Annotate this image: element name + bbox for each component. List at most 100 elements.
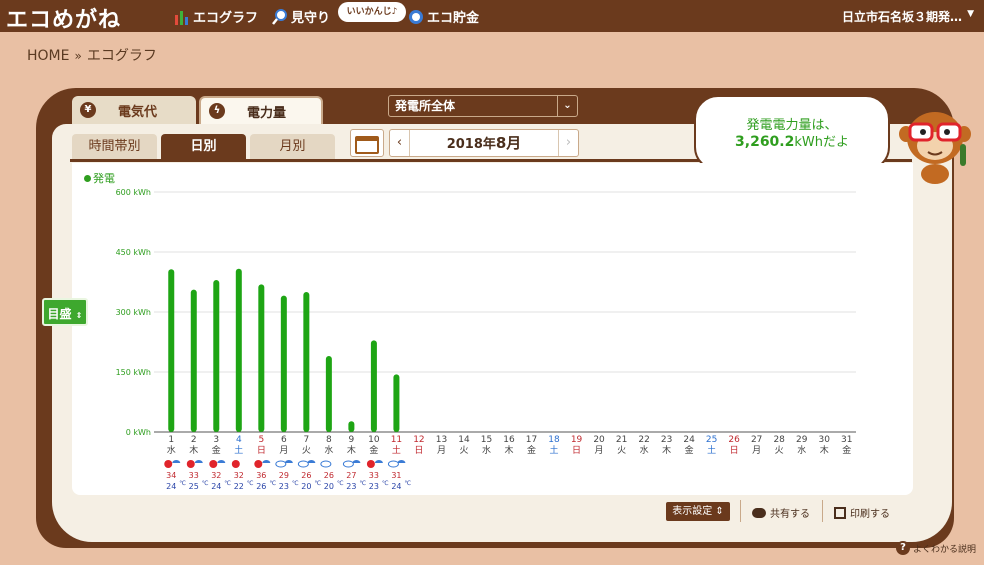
display-settings-label: 表示設定	[672, 506, 713, 517]
temp-unit-label: ℃	[224, 480, 231, 487]
x-weekday-label: 水	[640, 444, 649, 456]
umbrella-icon	[172, 460, 181, 463]
chevron-down-icon[interactable]: ▼	[967, 9, 974, 19]
date-navigator: ‹ 2018年8月 ›	[389, 129, 579, 157]
speech-line1: 発電電力量は、	[746, 118, 838, 133]
x-day-label: 14	[458, 435, 470, 445]
x-day-label: 22	[638, 435, 649, 445]
x-weekday-label: 木	[347, 444, 356, 456]
print-label: 印刷する	[850, 509, 890, 520]
x-weekday-label: 金	[685, 444, 694, 456]
x-day-label: 7	[303, 435, 309, 445]
stepper-icon: ⇕	[75, 311, 83, 320]
nav-eco-graph-label: エコグラフ	[193, 11, 259, 26]
cloud-icon	[275, 460, 287, 468]
temp-unit-label: ℃	[382, 480, 389, 487]
x-day-label: 10	[368, 435, 380, 445]
printer-icon	[834, 506, 846, 519]
subtab-daily[interactable]: 日別	[161, 134, 246, 160]
month-label: 8月	[495, 134, 522, 152]
x-day-label: 30	[818, 435, 830, 445]
plant-select-value: 発電所全体	[395, 99, 456, 113]
x-day-label: 26	[728, 435, 740, 445]
x-day-label: 28	[773, 435, 785, 445]
x-day-label: 5	[258, 435, 264, 445]
app-logo[interactable]: エコめがね	[6, 2, 121, 34]
y-tick-label: 0 kWh	[126, 428, 151, 437]
breadcrumb-home[interactable]: HOME	[27, 48, 69, 64]
x-weekday-label: 月	[279, 445, 288, 456]
breadcrumb-separator: »	[74, 49, 82, 63]
speech-value: 3,260.2	[735, 134, 795, 150]
bar	[348, 421, 355, 432]
divider	[822, 500, 823, 522]
share-button[interactable]: 共有する	[752, 505, 810, 520]
x-weekday-label: 日	[257, 445, 266, 456]
chevron-down-icon: ⌄	[557, 96, 577, 116]
question-icon: ?	[896, 541, 910, 555]
subtab-monthly[interactable]: 月別	[250, 134, 335, 160]
print-button[interactable]: 印刷する	[834, 505, 890, 520]
speech-line2: 3,260.2kWhだよ	[696, 134, 888, 151]
y-tick-label: 300 kWh	[116, 308, 151, 317]
temp-low-label: 20	[301, 482, 311, 491]
x-weekday-label: 金	[527, 444, 536, 456]
x-weekday-label: 火	[775, 445, 784, 456]
temp-unit-label: ℃	[202, 480, 209, 487]
nav-mimamori[interactable]: 見守り	[272, 7, 330, 26]
sun-icon	[366, 460, 375, 468]
x-weekday-label: 火	[302, 445, 311, 456]
display-settings-button[interactable]: 表示設定 ⇕	[666, 502, 730, 521]
umbrella-icon	[397, 460, 406, 463]
scale-button[interactable]: 目盛 ⇕	[42, 298, 88, 326]
x-day-label: 24	[683, 435, 695, 445]
umbrella-icon	[217, 460, 226, 463]
magnifier-icon	[272, 8, 287, 25]
x-weekday-label: 水	[482, 444, 491, 456]
x-weekday-label: 木	[820, 444, 829, 456]
coin-icon	[409, 9, 423, 24]
plant-select[interactable]: 発電所全体 ⌄	[388, 95, 578, 117]
x-day-label: 17	[526, 435, 537, 445]
help-link[interactable]: ? よくわかる説明	[896, 541, 976, 555]
sun-icon	[186, 460, 195, 468]
calendar-button[interactable]	[350, 129, 384, 157]
x-day-label: 4	[236, 435, 242, 445]
x-day-label: 6	[281, 435, 287, 445]
bar	[303, 292, 310, 432]
next-month-button[interactable]: ›	[558, 130, 578, 156]
nav-mimamori-label: 見守り	[291, 11, 331, 26]
tab-power-amount[interactable]: ϟ 電力量	[199, 96, 323, 124]
x-day-label: 12	[413, 435, 424, 445]
tab-power-amount-label: 電力量	[247, 105, 287, 121]
bar	[168, 269, 175, 432]
nav-eco-savings[interactable]: エコ貯金	[408, 7, 479, 26]
x-day-label: 23	[661, 435, 672, 445]
x-weekday-label: 金	[212, 444, 221, 456]
x-weekday-label: 金	[842, 444, 851, 456]
share-label: 共有する	[770, 509, 810, 520]
breadcrumb-current: エコグラフ	[86, 48, 157, 64]
temp-low-label: 20	[324, 482, 334, 491]
location-selector[interactable]: 日立市石名坂３期発…	[842, 8, 962, 25]
umbrella-icon	[307, 460, 316, 463]
temp-low-label: 23	[279, 482, 289, 491]
x-day-label: 8	[326, 435, 332, 445]
tab-electricity-cost[interactable]: ¥ 電気代	[72, 96, 196, 124]
sun-icon	[164, 460, 173, 468]
nav-eco-graph[interactable]: エコグラフ	[174, 7, 258, 26]
x-weekday-label: 日	[730, 445, 739, 456]
x-weekday-label: 水	[324, 444, 333, 456]
y-tick-label: 150 kWh	[116, 368, 151, 377]
x-weekday-label: 木	[504, 444, 513, 456]
tab-electricity-cost-label: 電気代	[118, 104, 158, 120]
subtab-hourly[interactable]: 時間帯別	[72, 134, 157, 160]
temp-unit-label: ℃	[359, 480, 366, 487]
mood-bubble: いいかんじ♪	[338, 2, 406, 22]
temp-unit-label: ℃	[404, 480, 411, 487]
x-weekday-label: 火	[459, 445, 468, 456]
top-bar: エコめがね エコグラフ 見守り いいかんじ♪ エコ貯金 日立市石名坂３期発… ▼	[0, 0, 984, 34]
sun-icon	[254, 460, 263, 468]
umbrella-icon	[284, 460, 293, 463]
prev-month-button[interactable]: ‹	[390, 130, 410, 156]
